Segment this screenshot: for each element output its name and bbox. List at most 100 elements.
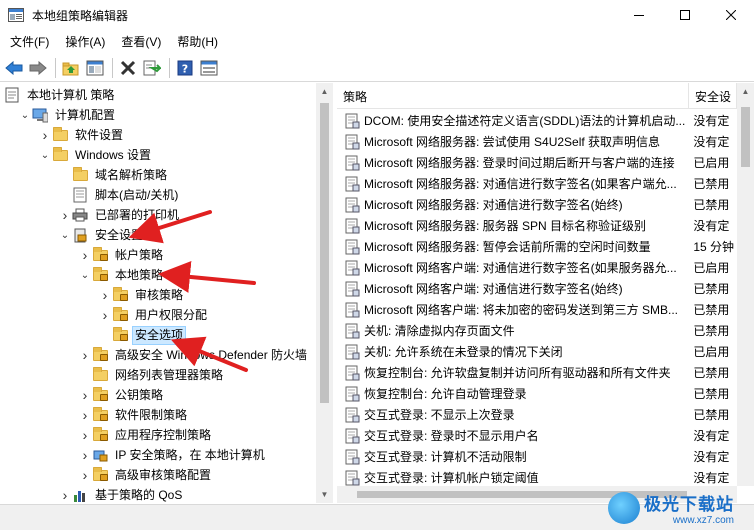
up-folder-button[interactable] <box>60 57 82 79</box>
scroll-up-icon[interactable]: ▲ <box>316 83 333 100</box>
delete-button[interactable] <box>117 57 139 79</box>
tree-item[interactable]: 域名解析策略 <box>58 165 170 185</box>
policy-list-pane[interactable]: 策略 安全设 DCOM: 使用安全描述符定义语言(SDDL)语法的计算机启动..… <box>337 83 754 503</box>
policy-security-setting: 没有定 <box>693 114 730 128</box>
tree-item[interactable]: 安全选项 <box>98 325 187 345</box>
tree-item[interactable]: › 用户权限分配 <box>98 305 210 325</box>
tree-item[interactable]: 网络列表管理器策略 <box>78 365 226 385</box>
policy-row[interactable]: Microsoft 网络客户端: 将未加密的密码发送到第三方 SMB... 已禁用 <box>337 299 737 320</box>
policy-row[interactable]: Microsoft 网络服务器: 对通信进行数字签名(如果客户端允... 已禁用 <box>337 173 737 194</box>
chevron-right-icon[interactable]: › <box>98 285 112 305</box>
maximize-button[interactable] <box>662 0 708 30</box>
tree-item[interactable]: › 应用程序控制策略 <box>78 425 214 445</box>
chevron-right-icon[interactable]: › <box>38 125 52 145</box>
chevron-right-icon[interactable]: › <box>58 205 72 225</box>
tree-item[interactable]: › 软件限制策略 <box>78 405 190 425</box>
column-header-setting[interactable]: 安全设 <box>689 83 737 109</box>
chevron-down-icon[interactable]: ⌄ <box>38 145 52 165</box>
policy-row[interactable]: 关机: 清除虚拟内存页面文件 已禁用 <box>337 320 737 341</box>
policy-setting-icon <box>344 386 360 402</box>
tree-item[interactable]: › 基于策略的 QoS <box>58 485 185 503</box>
policy-row[interactable]: Microsoft 网络服务器: 对通信进行数字签名(始终) 已禁用 <box>337 194 737 215</box>
chevron-right-icon[interactable]: › <box>78 245 92 265</box>
policy-row[interactable]: Microsoft 网络服务器: 登录时间过期后断开与客户端的连接 已启用 <box>337 152 737 173</box>
menu-help[interactable]: 帮助(H) <box>169 30 226 54</box>
tree-item[interactable]: ⌄ 安全设置 <box>58 225 146 245</box>
tree-item[interactable]: › IP 安全策略，在 本地计算机 <box>78 445 268 465</box>
policy-setting-icon <box>344 155 360 171</box>
policy-row[interactable]: Microsoft 网络服务器: 服务器 SPN 目标名称验证级别 没有定 <box>337 215 737 236</box>
tree-item[interactable]: ⌄ 本地策略 <box>78 265 166 285</box>
menu-action[interactable]: 操作(A) <box>57 30 113 54</box>
properties-button[interactable] <box>198 57 220 79</box>
menu-file[interactable]: 文件(F) <box>2 30 57 54</box>
tree-item-label: IP 安全策略，在 本地计算机 <box>115 447 265 462</box>
policy-setting-icon <box>344 302 360 318</box>
policy-row[interactable]: Microsoft 网络服务器: 暂停会话前所需的空闲时间数量 15 分钟 <box>337 236 737 257</box>
tree-item[interactable]: › 公钥策略 <box>78 385 166 405</box>
tree-item[interactable]: 本地计算机 策略 <box>2 85 117 105</box>
close-button[interactable] <box>708 0 754 30</box>
policy-row[interactable]: 恢复控制台: 允许自动管理登录 已禁用 <box>337 383 737 404</box>
column-header-policy[interactable]: 策略 <box>337 83 689 109</box>
scroll-down-icon[interactable]: ▼ <box>316 486 333 503</box>
tree-item[interactable]: › 高级安全 Windows Defender 防火墙 <box>78 345 310 365</box>
forward-button[interactable] <box>27 57 49 79</box>
tree-item[interactable]: ⌄ 计算机配置 <box>18 105 118 125</box>
policy-row[interactable]: 交互式登录: 计算机不活动限制 没有定 <box>337 446 737 467</box>
chart-icon <box>72 487 90 503</box>
tree-item-label: 应用程序控制策略 <box>115 427 212 442</box>
minimize-icon <box>634 15 644 16</box>
tree-vertical-scrollbar[interactable]: ▲ ▼ <box>316 83 333 503</box>
export-button[interactable] <box>141 57 163 79</box>
policy-row[interactable]: Microsoft 网络服务器: 尝试使用 S4U2Self 获取声明信息 没有定 <box>337 131 737 152</box>
policy-security-setting: 已禁用 <box>693 324 730 338</box>
policy-security-setting: 已启用 <box>693 345 730 359</box>
list-scroll-thumb[interactable] <box>741 107 750 167</box>
chevron-down-icon[interactable]: ⌄ <box>18 105 32 125</box>
tree-item[interactable]: › 软件设置 <box>38 125 126 145</box>
tree-item[interactable]: 脚本(启动/关机) <box>58 185 181 205</box>
chevron-right-icon[interactable]: › <box>58 485 72 503</box>
policy-row[interactable]: 关机: 允许系统在未登录的情况下关闭 已启用 <box>337 341 737 362</box>
chevron-right-icon[interactable]: › <box>78 385 92 405</box>
tree-item-label: 计算机配置 <box>55 107 116 122</box>
tree-item[interactable]: › 高级审核策略配置 <box>78 465 214 485</box>
menu-view[interactable]: 查看(V) <box>113 30 169 54</box>
policy-name: DCOM: 使用安全描述符定义语言(SDDL)语法的计算机启动... <box>364 114 686 128</box>
show-tree-button[interactable] <box>84 57 106 79</box>
tree-item[interactable]: › 审核策略 <box>98 285 186 305</box>
chevron-right-icon[interactable]: › <box>78 445 92 465</box>
policy-row[interactable]: 交互式登录: 登录时不显示用户名 没有定 <box>337 425 737 446</box>
back-button[interactable] <box>3 57 25 79</box>
list-vertical-scrollbar[interactable]: ▲ <box>737 83 754 486</box>
menu-bar: 文件(F) 操作(A) 查看(V) 帮助(H) <box>0 30 754 54</box>
chevron-right-icon[interactable]: › <box>78 345 92 365</box>
policy-row[interactable]: 交互式登录: 计算机帐户锁定阈值 没有定 <box>337 467 737 488</box>
scroll-up-icon[interactable]: ▲ <box>737 83 754 100</box>
tree-pane[interactable]: 本地计算机 策略 ⌄ 计算机配置 › 软件设置 ⌄ Windows 设置 域名解析策略 脚本(启… <box>0 83 333 503</box>
tree-scroll-thumb[interactable] <box>320 103 329 403</box>
chevron-right-icon[interactable]: › <box>98 305 112 325</box>
policy-row[interactable]: Microsoft 网络客户端: 对通信进行数字签名(始终) 已禁用 <box>337 278 737 299</box>
policy-row[interactable]: 交互式登录: 不显示上次登录 已禁用 <box>337 404 737 425</box>
tree-item[interactable]: ⌄ Windows 设置 <box>38 145 154 165</box>
tree-item-label: 高级审核策略配置 <box>115 467 212 482</box>
help-button[interactable]: ? <box>174 57 196 79</box>
policy-name: Microsoft 网络服务器: 对通信进行数字签名(始终) <box>364 198 623 212</box>
policy-row[interactable]: Microsoft 网络客户端: 对通信进行数字签名(如果服务器允... 已启用 <box>337 257 737 278</box>
tree-item[interactable]: › 帐户策略 <box>78 245 166 265</box>
chevron-down-icon[interactable]: ⌄ <box>58 225 72 245</box>
folder-icon <box>72 167 90 183</box>
chevron-down-icon[interactable]: ⌄ <box>78 265 92 285</box>
minimize-button[interactable] <box>616 0 662 30</box>
policy-name: 关机: 清除虚拟内存页面文件 <box>364 324 515 338</box>
chevron-right-icon[interactable]: › <box>78 405 92 425</box>
policy-setting-icon <box>344 407 360 423</box>
policy-setting-icon <box>344 449 360 465</box>
chevron-right-icon[interactable]: › <box>78 425 92 445</box>
policy-row[interactable]: DCOM: 使用安全描述符定义语言(SDDL)语法的计算机启动... 没有定 <box>337 110 737 131</box>
tree-item[interactable]: › 已部署的打印机 <box>58 205 182 225</box>
chevron-right-icon[interactable]: › <box>78 465 92 485</box>
policy-row[interactable]: 恢复控制台: 允许软盘复制并访问所有驱动器和所有文件夹 已禁用 <box>337 362 737 383</box>
